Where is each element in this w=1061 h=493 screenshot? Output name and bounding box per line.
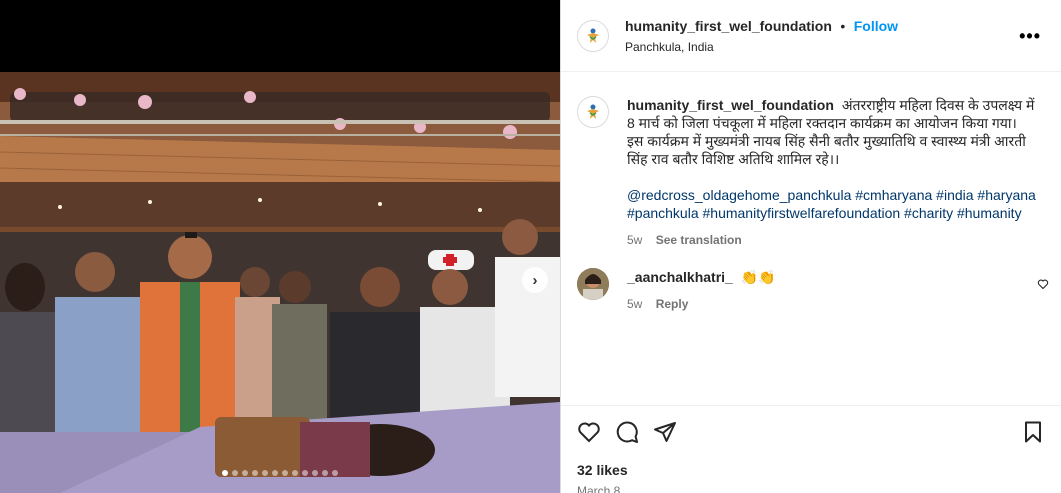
header-username[interactable]: humanity_first_wel_foundation: [625, 18, 832, 34]
comment-body: _aanchalkhatri_ 👏👏 5w Reply: [627, 268, 1037, 313]
caption-hashtags[interactable]: @redcross_oldagehome_panchkula #cmharyan…: [627, 186, 1037, 222]
post-side-panel: humanity_first_wel_foundation • Follow P…: [560, 0, 1061, 493]
caption-block: humanity_first_wel_foundation अंतरराष्ट्…: [577, 96, 1047, 249]
post-dialog: › humanity_first_wel_foundation • Follow…: [0, 0, 1061, 493]
comment-text: 👏👏: [740, 269, 776, 285]
header-info: humanity_first_wel_foundation • Follow P…: [625, 18, 898, 54]
carousel-dot: [222, 470, 228, 476]
likes-count[interactable]: 32 likes: [577, 462, 1045, 478]
carousel-dot: [322, 470, 328, 476]
carousel-dot: [232, 470, 238, 476]
carousel-dot: [312, 470, 318, 476]
carousel-next-button[interactable]: ›: [522, 267, 548, 293]
comment-meta: 5w Reply: [627, 295, 1037, 313]
share-icon[interactable]: [653, 420, 677, 444]
comment-item: _aanchalkhatri_ 👏👏 5w Reply: [577, 268, 1049, 313]
post-header: humanity_first_wel_foundation • Follow P…: [561, 0, 1061, 72]
comment-like-heart-icon[interactable]: [1037, 278, 1049, 290]
caption-meta: 5w See translation: [627, 231, 1037, 249]
reply-button[interactable]: Reply: [656, 297, 689, 311]
commenter-username[interactable]: _aanchalkhatri_: [627, 269, 733, 285]
foundation-logo: [587, 104, 599, 119]
post-date: March 8: [577, 484, 621, 493]
foundation-logo: [587, 28, 599, 43]
carousel-dot: [252, 470, 258, 476]
caption-age: 5w: [627, 233, 643, 247]
bookmark-icon[interactable]: [1021, 420, 1045, 444]
follow-button[interactable]: Follow: [854, 18, 898, 34]
carousel-dot: [242, 470, 248, 476]
caption-text: humanity_first_wel_foundation अंतरराष्ट्…: [627, 96, 1037, 249]
chevron-right-icon: ›: [532, 271, 538, 289]
carousel-dot: [302, 470, 308, 476]
carousel-indicator: [0, 470, 560, 476]
post-media: ›: [0, 0, 560, 493]
see-translation-link[interactable]: See translation: [656, 233, 742, 247]
commenter-avatar[interactable]: [577, 268, 609, 300]
carousel-dot: [272, 470, 278, 476]
carousel-dot: [262, 470, 268, 476]
caption-avatar[interactable]: [577, 96, 609, 128]
comment-icon[interactable]: [615, 420, 639, 444]
carousel-dot: [332, 470, 338, 476]
avatar[interactable]: [577, 19, 609, 52]
caption-username[interactable]: humanity_first_wel_foundation: [627, 97, 834, 113]
separator-dot: •: [840, 17, 846, 34]
post-photo[interactable]: [0, 72, 560, 493]
more-icon[interactable]: •••: [1019, 26, 1041, 47]
heart-icon[interactable]: [577, 420, 601, 444]
carousel-dot: [282, 470, 288, 476]
location-link[interactable]: Panchkula, India: [625, 40, 898, 54]
action-bar: 32 likes March 8: [561, 405, 1061, 493]
carousel-dot: [292, 470, 298, 476]
comment-age: 5w: [627, 297, 643, 311]
